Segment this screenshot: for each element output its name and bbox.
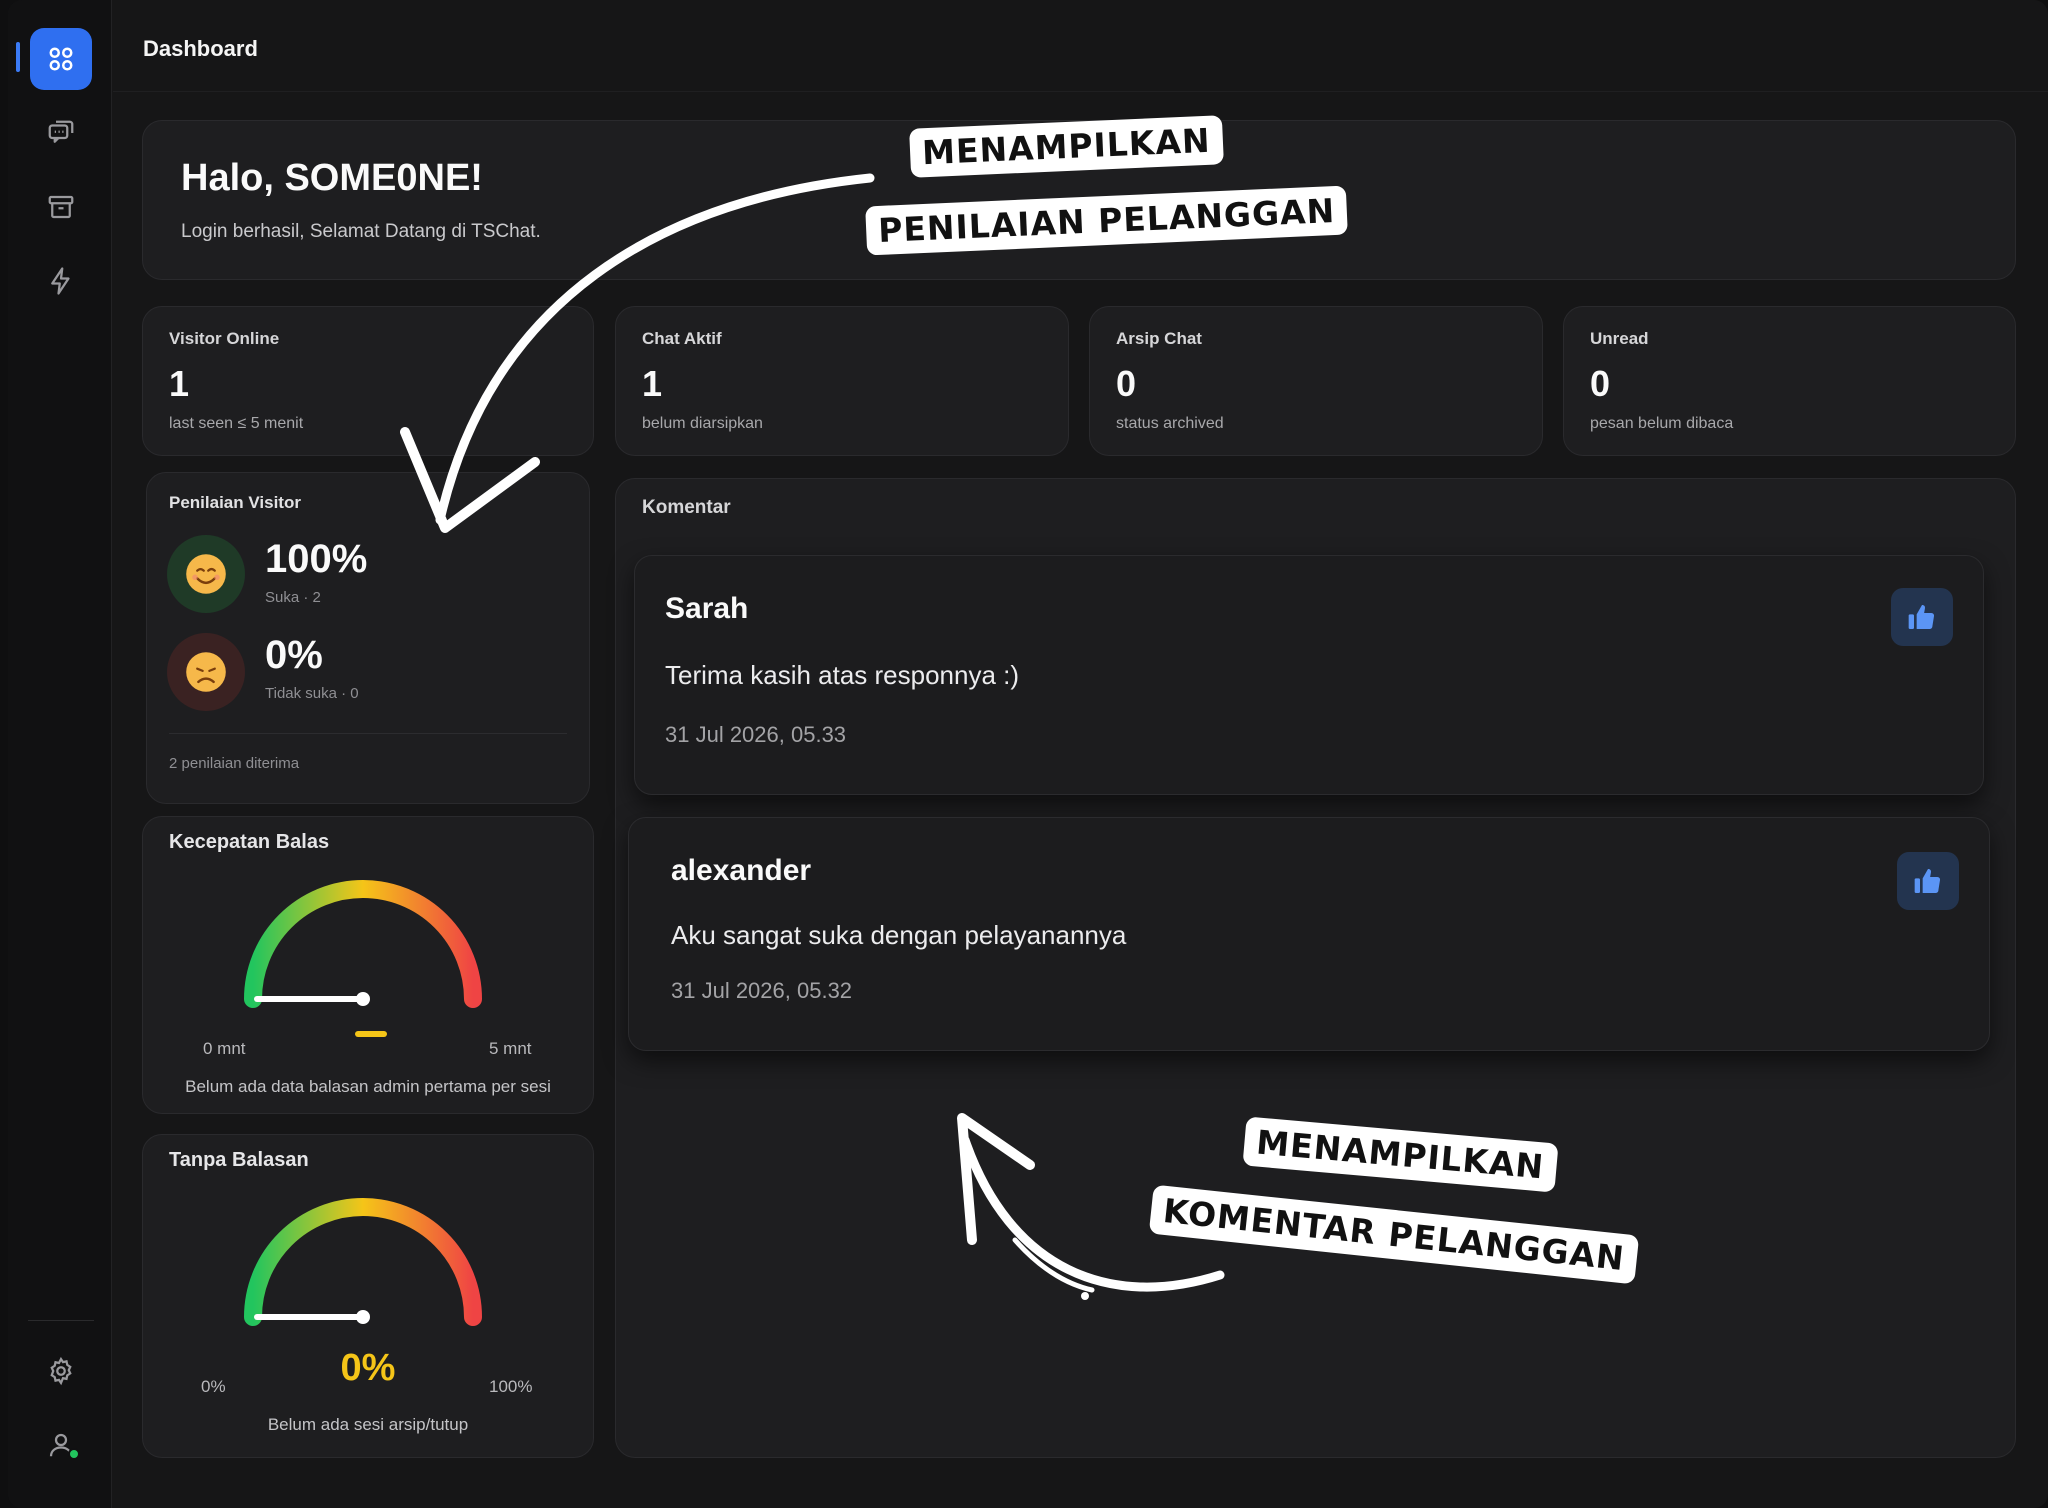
stat-subtext: status archived [1116,415,1224,432]
gauge-title: Tanpa Balasan [169,1149,309,1171]
like-rating-badge [167,535,245,613]
nav-archive-button[interactable] [30,176,92,238]
stat-value: 1 [642,363,663,404]
stat-value: 0 [1590,363,1611,404]
like-count: Suka · 2 [265,589,321,606]
sidebar [8,0,112,1508]
comment-author: alexander [671,854,812,887]
active-indicator [16,42,20,72]
comment-author: Sarah [665,592,749,625]
dislike-count: Tidak suka · 0 [265,685,359,702]
gauge-min-label: 0% [201,1377,226,1396]
profile-button[interactable] [30,1414,92,1476]
stat-card-unread: Unread 0 pesan belum dibaca [1563,306,2016,456]
stat-card-arsip-chat: Arsip Chat 0 status archived [1089,306,1543,456]
welcome-title: Halo, SOME0NE! [181,157,483,199]
gauge-title: Kecepatan Balas [169,831,330,853]
online-status-dot [68,1448,80,1460]
nav-automation-button[interactable] [30,250,92,312]
stat-label: Unread [1590,329,1649,348]
gauge-arc [244,880,482,1008]
comment-card: Sarah Terima kasih atas responnya :) 31 … [634,555,1984,795]
gauge-min-label: 0 mnt [203,1039,246,1058]
comments-title: Komentar [642,497,731,518]
gear-icon [50,1356,72,1386]
stat-subtext: last seen ≤ 5 menit [169,415,304,432]
gauge-pivot [356,1310,370,1324]
stat-card-visitor-online: Visitor Online 1 last seen ≤ 5 menit [142,306,594,456]
no-reply-card: Tanpa Balasan 0% 0% 100% Belum ada sesi … [142,1134,594,1458]
like-percentage: 100% [265,537,368,581]
topbar: Dashboard [113,0,2048,92]
welcome-subtitle: Login berhasil, Selamat Datang di TSChat… [181,221,541,242]
page-title: Dashboard [143,36,258,61]
gauge-footer: Belum ada sesi arsip/tutup [267,1415,469,1434]
comment-text: Aku sangat suka dengan pelayanannya [671,920,1127,950]
settings-button[interactable] [30,1340,92,1402]
comment-card: alexander Aku sangat suka dengan pelayan… [628,817,1990,1051]
dislike-rating-badge [167,633,245,711]
stat-value: 1 [169,363,190,404]
bolt-icon [51,267,70,295]
stat-label: Arsip Chat [1116,329,1202,348]
smile-face-icon [186,554,226,594]
comment-date: 31 Jul 2026, 05.33 [665,722,847,747]
gauge-max-label: 5 mnt [489,1039,532,1058]
rating-divider [169,733,567,734]
stat-subtext: belum diarsipkan [642,415,763,432]
rating-title: Penilaian Visitor [169,493,301,512]
comments-panel: Komentar Sarah Terima kasih atas responn… [615,478,2016,1458]
sidebar-divider [28,1320,94,1321]
reply-speed-card: Kecepatan Balas 0 mnt 5 mnt Belum ada da… [142,816,594,1114]
grid-icon [49,47,73,71]
like-button[interactable] [1891,588,1953,646]
nav-chat-button[interactable] [30,102,92,164]
comment-date: 31 Jul 2026, 05.32 [671,978,853,1003]
stat-subtext: pesan belum dibaca [1590,415,1734,432]
stat-label: Visitor Online [169,329,280,348]
thumbs-up-icon [1914,869,1941,894]
gauge-pivot [356,992,370,1006]
rating-footer: 2 penilaian diterima [169,755,300,772]
gauge-footer: Belum ada data balasan admin pertama per… [185,1077,551,1096]
no-reply-gauge [244,1198,482,1326]
thumbs-up-icon [1908,605,1935,630]
stat-label: Chat Aktif [642,329,722,348]
sad-face-icon [186,652,226,692]
stat-value: 0 [1116,363,1137,404]
chat-icon [48,120,74,143]
gauge-arc [244,1198,482,1326]
stat-card-chat-aktif: Chat Aktif 1 belum diarsipkan [615,306,1069,456]
gauge-max-label: 100% [489,1377,533,1396]
gauge-empty-value [355,1031,387,1037]
like-button[interactable] [1897,852,1959,910]
comment-text: Terima kasih atas responnya :) [665,660,1020,690]
nav-dashboard-button[interactable] [30,28,92,90]
dislike-percentage: 0% [265,633,323,677]
archive-icon [48,195,74,219]
reply-speed-gauge [244,880,482,1008]
visitor-rating-card: Penilaian Visitor 100% Suka · 2 0% Tidak… [146,472,590,804]
